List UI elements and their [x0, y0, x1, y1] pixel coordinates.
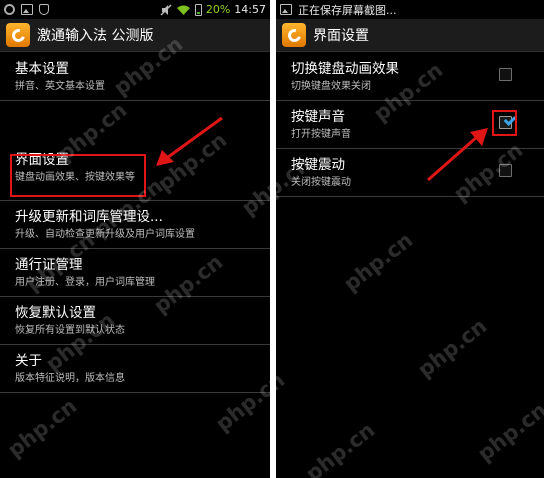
setting-subtitle: 打开按键声音: [291, 129, 351, 140]
menu-item-title: 界面设置: [15, 152, 69, 168]
menu-item-title: 基本设置: [15, 61, 69, 77]
keyboard-animation-checkbox[interactable]: [499, 68, 512, 81]
key-sound-checkbox[interactable]: [499, 116, 512, 129]
wifi-icon: [176, 5, 190, 15]
mute-icon: [160, 3, 172, 16]
menu-item-restore-defaults[interactable]: 恢复默认设置 恢复所有设置到默认状态: [0, 297, 270, 345]
menu-item-subtitle: 恢复所有设置到默认状态: [15, 325, 125, 336]
menu-item-title: 升级更新和词库管理设...: [15, 209, 163, 225]
setting-subtitle: 切换键盘效果关闭: [291, 81, 371, 92]
image-notification-icon: [21, 4, 33, 15]
shield-notification-icon: [39, 4, 49, 15]
clock: 14:57: [234, 3, 266, 16]
page-title: 界面设置: [313, 28, 369, 44]
app-logo-icon: [6, 23, 30, 47]
menu-item-title: 关于: [15, 353, 42, 369]
menu-item-subtitle: 用户注册、登录，用户词库管理: [15, 277, 155, 288]
status-bar: 20% 14:57: [0, 0, 270, 19]
menu-item-passport-management[interactable]: 通行证管理 用户注册、登录，用户词库管理: [0, 249, 270, 297]
title-bar: 界面设置: [276, 19, 544, 52]
right-screen: 正在保存屏幕截图... 界面设置 切换键盘动画效果 切换键盘效果关闭 按键声音 …: [276, 0, 544, 478]
title-bar: 激通输入法 公测版: [0, 19, 270, 52]
setting-keyboard-animation[interactable]: 切换键盘动画效果 切换键盘效果关闭: [276, 53, 544, 101]
setting-subtitle: 关闭按键震动: [291, 177, 351, 188]
page-title: 激通输入法 公测版: [37, 28, 154, 44]
settings-menu: 基本设置 拼音、英文基本设置 界面设置 键盘动画效果、按键效果等 升级更新和词库…: [0, 53, 270, 393]
setting-key-sound[interactable]: 按键声音 打开按键声音: [276, 101, 544, 149]
setting-key-vibration[interactable]: 按键震动 关闭按键震动: [276, 149, 544, 197]
notification-text: 正在保存屏幕截图...: [298, 3, 397, 17]
key-vibration-checkbox[interactable]: [499, 164, 512, 177]
menu-item-subtitle: 升级、自动检查更新升级及用户词库设置: [15, 229, 195, 240]
menu-item-subtitle: 版本特征说明，版本信息: [15, 373, 125, 384]
battery-percent: 20%: [205, 3, 231, 16]
ui-settings-list: 切换键盘动画效果 切换键盘效果关闭 按键声音 打开按键声音 按键震动 关闭按键震…: [276, 53, 544, 197]
battery-icon: [194, 3, 202, 16]
status-bar: 正在保存屏幕截图...: [276, 0, 544, 19]
menu-item-update-settings[interactable]: 升级更新和词库管理设... 升级、自动检查更新升级及用户词库设置: [0, 201, 270, 249]
menu-item-ui-settings[interactable]: 界面设置 键盘动画效果、按键效果等: [0, 101, 270, 201]
settings-notification-icon: [4, 4, 15, 15]
left-screen: 20% 14:57 激通输入法 公测版 基本设置 拼音、英文基本设置 界面设置 …: [0, 0, 270, 478]
menu-item-title: 恢复默认设置: [15, 305, 96, 321]
menu-item-title: 通行证管理: [15, 257, 83, 273]
menu-item-subtitle: 键盘动画效果、按键效果等: [15, 172, 135, 183]
menu-item-subtitle: 拼音、英文基本设置: [15, 81, 105, 92]
screenshot-notification-icon: [280, 4, 292, 15]
app-logo-icon: [282, 23, 306, 47]
menu-item-about[interactable]: 关于 版本特征说明，版本信息: [0, 345, 270, 393]
menu-item-basic-settings[interactable]: 基本设置 拼音、英文基本设置: [0, 53, 270, 101]
